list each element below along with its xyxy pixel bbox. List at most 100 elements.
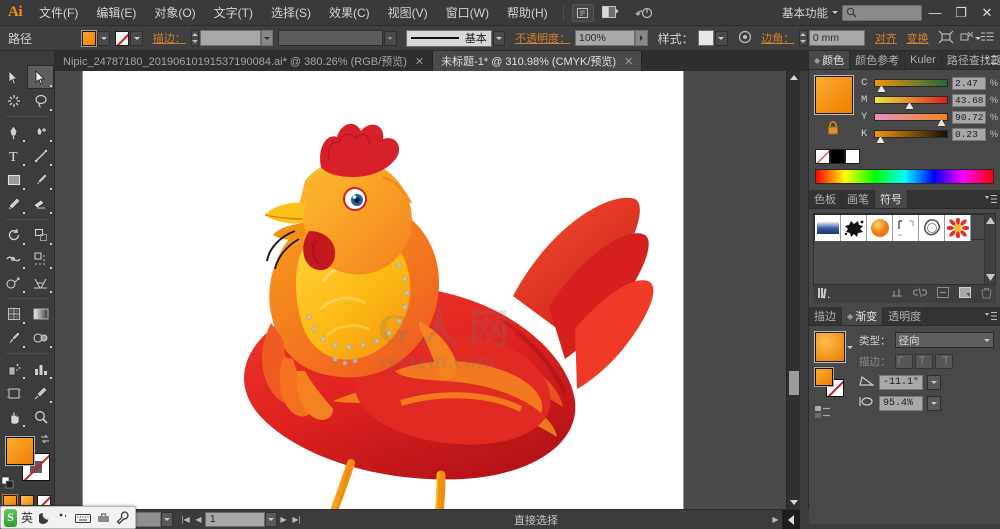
- symbol-red-flower[interactable]: [945, 215, 971, 241]
- stroke-color-swatch[interactable]: [114, 30, 130, 46]
- stroke-along-button[interactable]: [914, 353, 933, 369]
- close-button[interactable]: ✕: [974, 0, 1000, 26]
- ime-mode-label[interactable]: 英: [19, 509, 35, 526]
- control-panel-menu-icon[interactable]: [981, 31, 994, 45]
- gradient-angle-dropdown-icon[interactable]: [927, 374, 941, 390]
- vertical-scrollbar-thumb[interactable]: [789, 371, 799, 395]
- opacity-label[interactable]: 不透明度：: [515, 30, 570, 46]
- magic-wand-tool[interactable]: [0, 89, 27, 113]
- document-tab-untitled[interactable]: 未标题-1* @ 310.98% (CMYK/预览) ✕: [433, 51, 643, 71]
- stroke-within-button[interactable]: [894, 353, 913, 369]
- artboard-dropdown-icon[interactable]: [265, 512, 277, 527]
- eyedropper-tool[interactable]: [0, 326, 27, 350]
- column-graph-tool[interactable]: [27, 357, 54, 381]
- slider-track-y[interactable]: [874, 113, 948, 127]
- gradient-tool[interactable]: [27, 302, 54, 326]
- slider-knob[interactable]: [937, 119, 946, 127]
- style-dropdown-icon[interactable]: [715, 30, 728, 46]
- corner-stepper[interactable]: [799, 30, 808, 46]
- moon-icon[interactable]: [37, 511, 54, 524]
- stroke-weight-input[interactable]: [200, 30, 261, 46]
- slider-knob[interactable]: [905, 102, 914, 110]
- bridge-icon[interactable]: [571, 3, 594, 22]
- symbols-grid-container[interactable]: [813, 213, 996, 285]
- zoom-dropdown-icon[interactable]: [161, 512, 173, 527]
- slider-k[interactable]: K 0.23 %: [861, 127, 998, 144]
- panel-tab-symbols[interactable]: 符号: [875, 190, 908, 208]
- panel-tab-brushes[interactable]: 画笔: [842, 190, 875, 208]
- lasso-tool[interactable]: [27, 89, 54, 113]
- paintbrush-tool[interactable]: [27, 168, 54, 192]
- corner-input[interactable]: 0 mm: [808, 30, 866, 46]
- brush-dropdown-icon[interactable]: [492, 30, 506, 46]
- opacity-slider-icon[interactable]: [635, 30, 648, 46]
- artboard-number-input[interactable]: 1: [205, 512, 265, 527]
- first-artboard-button[interactable]: |◀: [179, 512, 192, 527]
- slider-m[interactable]: M 43.68 %: [861, 93, 998, 110]
- stroke-weight-dropdown-icon[interactable]: [260, 30, 274, 46]
- gradient-aspect-input[interactable]: 95.4%: [879, 395, 923, 411]
- target-indicator-icon[interactable]: [738, 30, 752, 47]
- panel-tab-gradient[interactable]: ◆ 渐变: [842, 307, 884, 325]
- transform-button[interactable]: 变换: [907, 30, 929, 46]
- gradient-preview-swatch[interactable]: [814, 331, 846, 363]
- current-tool-indicator[interactable]: 直接选择: [303, 512, 769, 528]
- direct-selection-tool[interactable]: [27, 65, 54, 89]
- default-fill-stroke-icon[interactable]: [1, 476, 14, 489]
- gradient-angle-input[interactable]: -11.1°: [879, 374, 923, 390]
- prev-artboard-button[interactable]: ◀: [192, 512, 205, 527]
- stroke-style-input[interactable]: [278, 30, 383, 46]
- arrange-documents-icon[interactable]: [599, 3, 625, 23]
- graphic-style-swatch[interactable]: [697, 30, 715, 46]
- menu-file[interactable]: 文件(F): [30, 0, 87, 26]
- brush-definition-select[interactable]: 基本: [406, 29, 492, 47]
- status-collapse-icon[interactable]: [782, 509, 800, 529]
- gradient-type-select[interactable]: 径向: [894, 332, 994, 348]
- stroke-weight-label[interactable]: 描边：: [153, 30, 186, 46]
- menu-object[interactable]: 对象(O): [145, 0, 204, 26]
- mesh-tool[interactable]: [0, 302, 27, 326]
- menu-select[interactable]: 选择(S): [262, 0, 320, 26]
- scroll-up-icon[interactable]: [790, 75, 798, 80]
- symbol-sprayer-tool[interactable]: [0, 357, 27, 381]
- stroke-style-dropdown-icon[interactable]: [383, 30, 397, 46]
- zoom-tool[interactable]: [27, 405, 54, 429]
- toolbox-icon[interactable]: [95, 511, 112, 524]
- search-input[interactable]: [842, 4, 922, 21]
- panel-tab-kuler[interactable]: Kuler: [905, 51, 942, 69]
- toolbar-fill-swatch[interactable]: [5, 436, 35, 466]
- swap-fill-stroke-icon[interactable]: [39, 433, 51, 445]
- panel-menu-icon[interactable]: [985, 55, 997, 66]
- slider-value-k[interactable]: 0.23: [952, 127, 986, 141]
- pen-tool[interactable]: [0, 120, 27, 144]
- envelope-distort-icon[interactable]: [938, 30, 954, 47]
- stroke-weight-stepper[interactable]: [190, 30, 200, 46]
- break-link-icon[interactable]: [912, 287, 928, 301]
- slider-value-y[interactable]: 90.72: [952, 110, 986, 124]
- next-artboard-button[interactable]: ▶: [277, 512, 290, 527]
- stroke-dropdown-icon[interactable]: [130, 30, 144, 46]
- workspace-switcher-label[interactable]: 基本功能: [778, 5, 832, 21]
- punctuation-icon[interactable]: [56, 511, 71, 524]
- symbol-gradient-bar[interactable]: [815, 215, 841, 241]
- slider-value-m[interactable]: 43.68: [952, 93, 986, 107]
- fill-color-swatch[interactable]: [80, 29, 98, 47]
- shape-builder-tool[interactable]: [0, 271, 27, 295]
- menu-view[interactable]: 视图(V): [379, 0, 437, 26]
- wrench-icon[interactable]: [114, 510, 132, 525]
- panel-menu-icon[interactable]: [985, 311, 997, 322]
- panel-tab-transparency[interactable]: 透明度: [883, 307, 928, 325]
- gradient-fill-swatch[interactable]: [814, 367, 834, 387]
- selection-tool[interactable]: [0, 65, 27, 89]
- swatch-black[interactable]: [830, 149, 845, 164]
- add-anchor-point-tool[interactable]: [27, 120, 54, 144]
- lock-icon[interactable]: [826, 120, 853, 139]
- canvas-area[interactable]: G 人 网 system.com: [55, 71, 800, 509]
- swatch-white[interactable]: [845, 149, 860, 164]
- slider-track-m[interactable]: [874, 96, 948, 110]
- slider-y[interactable]: Y 90.72 %: [861, 110, 998, 127]
- document-tab-nipic[interactable]: Nipic_24787180_20190610191537190084.ai* …: [55, 51, 434, 71]
- last-artboard-button[interactable]: ▶|: [290, 512, 303, 527]
- slider-knob[interactable]: [877, 85, 886, 93]
- color-spectrum-strip[interactable]: [815, 169, 994, 184]
